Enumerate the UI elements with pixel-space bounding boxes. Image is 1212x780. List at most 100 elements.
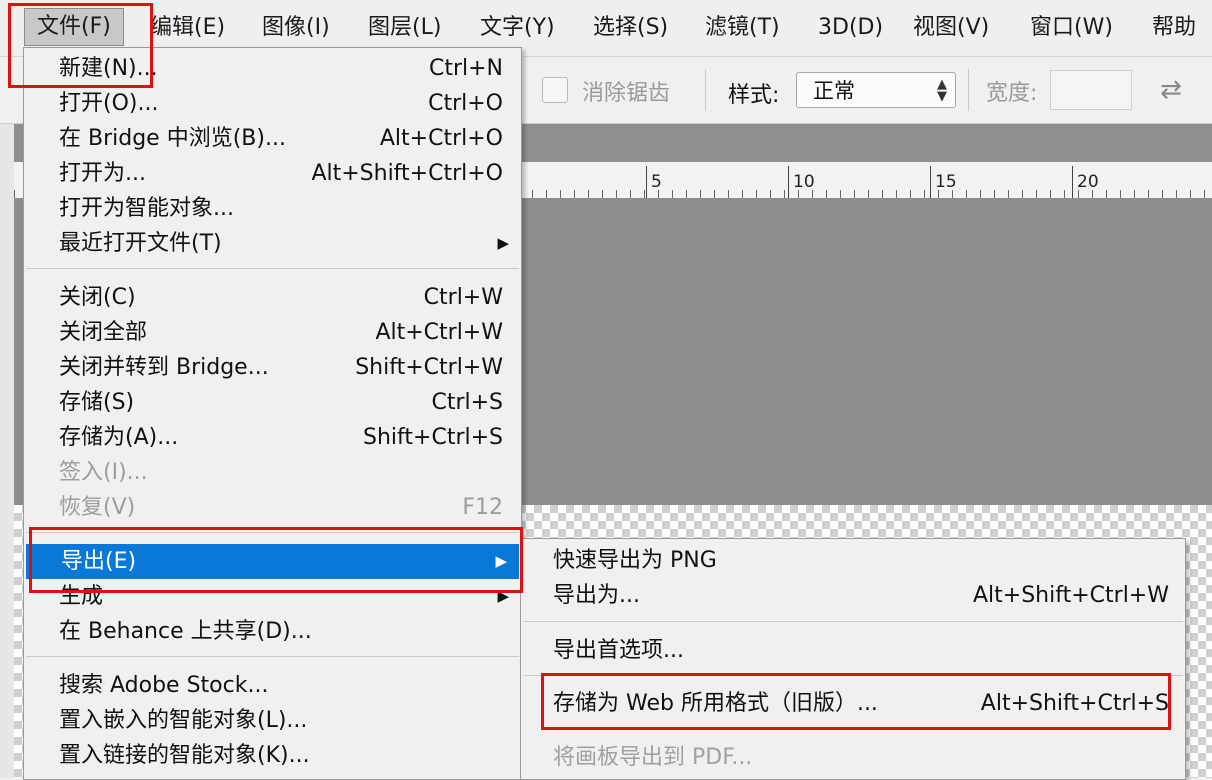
menu-item-label: 导出(E) [61, 549, 137, 574]
menu-item-label: 置入嵌入的智能对象(L)... [59, 708, 308, 733]
submenu-arrow-icon: ▶ [497, 587, 509, 605]
menu-item-share-behance[interactable]: 在 Behance 上共享(D)... [24, 614, 521, 649]
menu-item-shortcut: F12 [462, 495, 503, 520]
menu-item-label: 存储(S) [59, 390, 135, 415]
anti-alias-checkbox[interactable] [542, 77, 568, 103]
menu-item-label: 置入链接的智能对象(K)... [59, 743, 310, 768]
menu-item-check-in: 签入(I)... [24, 455, 521, 490]
menu-item-label: 打开为... [59, 161, 146, 186]
menu-item-open-as-smart-object[interactable]: 打开为智能对象... [24, 191, 521, 226]
menu-item-place-embedded[interactable]: 置入嵌入的智能对象(L)... [24, 703, 521, 738]
ruler-major-tick [1072, 166, 1073, 198]
menu-item-label: 打开(O)... [59, 91, 159, 116]
menu-item-shortcut: Ctrl+N [428, 56, 503, 81]
submenu-item-export-as[interactable]: 导出为... Alt+Shift+Ctrl+W [521, 578, 1185, 614]
menu-item-open[interactable]: 打开(O)... Ctrl+O [24, 86, 521, 121]
menu-separator [26, 656, 519, 657]
submenu-item-shortcut: Alt+Shift+Ctrl+W [973, 583, 1169, 608]
submenu-arrow-icon: ▶ [497, 234, 509, 252]
menu-item-recent-files[interactable]: 最近打开文件(T) ▶ [24, 226, 521, 261]
width-label: 宽度: [986, 81, 1038, 106]
menu-item-label: 新建(N)... [59, 56, 158, 81]
menu-separator [523, 621, 1183, 622]
submenu-item-label: 导出首选项... [553, 638, 684, 663]
ruler-label: 5 [651, 172, 662, 192]
export-submenu: 快速导出为 PNG 导出为... Alt+Shift+Ctrl+W 导出首选项.… [520, 538, 1186, 780]
menu-layer[interactable]: 图层(L) [368, 10, 441, 46]
ruler-major-tick [930, 166, 931, 198]
menu-view[interactable]: 视图(V) [913, 10, 989, 46]
submenu-item-quick-export-png[interactable]: 快速导出为 PNG [521, 543, 1185, 579]
menu-item-label: 打开为智能对象... [59, 196, 234, 221]
menu-item-shortcut: Alt+Ctrl+O [379, 126, 503, 151]
menu-image[interactable]: 图像(I) [262, 10, 330, 46]
menu-3d[interactable]: 3D(D) [818, 10, 883, 46]
menu-item-label: 存储为(A)... [59, 425, 179, 450]
menu-window[interactable]: 窗口(W) [1030, 10, 1113, 46]
menu-help[interactable]: 帮助 [1152, 10, 1196, 46]
submenu-item-export-preferences[interactable]: 导出首选项... [521, 633, 1185, 669]
menu-item-label: 搜索 Adobe Stock... [59, 673, 269, 698]
menu-item-revert: 恢复(V) F12 [24, 490, 521, 525]
menu-item-shortcut: Ctrl+W [423, 285, 503, 310]
file-menu-dropdown: 新建(N)... Ctrl+N 打开(O)... Ctrl+O 在 Bridge… [23, 47, 522, 780]
ruler-major-tick [788, 166, 789, 198]
menu-item-new[interactable]: 新建(N)... Ctrl+N [24, 51, 521, 86]
menu-separator [26, 532, 519, 533]
menu-item-shortcut: Alt+Ctrl+W [375, 320, 503, 345]
submenu-arrow-icon: ▶ [495, 552, 507, 570]
menu-type[interactable]: 文字(Y) [480, 10, 555, 46]
menu-item-label: 恢复(V) [59, 495, 136, 520]
menu-item-shortcut: Alt+Shift+Ctrl+O [311, 161, 503, 186]
style-select[interactable]: 正常 ▲ ▼ [796, 72, 956, 108]
menu-item-browse-bridge[interactable]: 在 Bridge 中浏览(B)... Alt+Ctrl+O [24, 121, 521, 156]
menu-item-label: 关闭全部 [59, 320, 148, 345]
menu-item-close[interactable]: 关闭(C) Ctrl+W [24, 280, 521, 315]
submenu-item-artboards-to-pdf: 将画板导出到 PDF... [521, 740, 1185, 776]
submenu-item-label: 将画板导出到 PDF... [553, 745, 753, 770]
menu-item-shortcut: Shift+Ctrl+W [355, 355, 503, 380]
submenu-item-label: 存储为 Web 所用格式（旧版）... [553, 691, 878, 716]
ruler-label: 10 [793, 172, 815, 192]
submenu-item-label: 导出为... [553, 583, 640, 608]
select-arrows-icon: ▲ ▼ [937, 77, 947, 104]
ruler-label: 15 [935, 172, 957, 192]
menu-item-search-adobe-stock[interactable]: 搜索 Adobe Stock... [24, 668, 521, 703]
menu-item-save-as[interactable]: 存储为(A)... Shift+Ctrl+S [24, 420, 521, 455]
menu-item-close-go-bridge[interactable]: 关闭并转到 Bridge... Shift+Ctrl+W [24, 350, 521, 385]
width-input[interactable] [1050, 70, 1132, 110]
swap-icon[interactable]: ⇄ [1160, 77, 1194, 103]
menu-item-close-all[interactable]: 关闭全部 Alt+Ctrl+W [24, 315, 521, 350]
menu-item-label: 关闭(C) [59, 285, 136, 310]
menu-file[interactable]: 文件(F) [24, 8, 124, 46]
menu-item-label: 关闭并转到 Bridge... [59, 355, 269, 380]
submenu-item-label: 快速导出为 PNG [553, 548, 717, 573]
menu-item-shortcut: Ctrl+O [428, 91, 503, 116]
style-select-value: 正常 [813, 79, 855, 103]
options-divider [968, 69, 969, 111]
menu-item-generate[interactable]: 生成 ▶ [24, 579, 521, 614]
submenu-item-save-for-web[interactable]: 存储为 Web 所用格式（旧版）... Alt+Shift+Ctrl+S [521, 686, 1185, 722]
ruler-major-tick [646, 166, 647, 198]
menu-item-export[interactable]: 导出(E) ▶ [26, 544, 519, 579]
tools-panel [0, 124, 15, 778]
anti-alias-label: 消除锯齿 [582, 81, 671, 106]
menu-item-shortcut: Ctrl+S [431, 390, 503, 415]
menu-item-label: 在 Bridge 中浏览(B)... [59, 126, 286, 151]
menu-select[interactable]: 选择(S) [593, 10, 668, 46]
menu-item-label: 最近打开文件(T) [59, 231, 222, 256]
menu-separator [523, 675, 1183, 676]
ruler-label: 20 [1077, 172, 1099, 192]
menu-item-label: 在 Behance 上共享(D)... [59, 619, 312, 644]
menu-item-label: 签入(I)... [59, 460, 148, 485]
options-divider [705, 69, 706, 111]
menu-edit[interactable]: 编辑(E) [150, 10, 225, 46]
menu-separator [26, 268, 519, 269]
style-label: 样式: [728, 83, 780, 108]
menu-item-open-as[interactable]: 打开为... Alt+Shift+Ctrl+O [24, 156, 521, 191]
submenu-item-shortcut: Alt+Shift+Ctrl+S [980, 691, 1169, 716]
menu-item-shortcut: Shift+Ctrl+S [363, 425, 503, 450]
menu-filter[interactable]: 滤镜(T) [705, 10, 780, 46]
menu-item-save[interactable]: 存储(S) Ctrl+S [24, 385, 521, 420]
menu-item-place-linked[interactable]: 置入链接的智能对象(K)... [24, 738, 521, 773]
